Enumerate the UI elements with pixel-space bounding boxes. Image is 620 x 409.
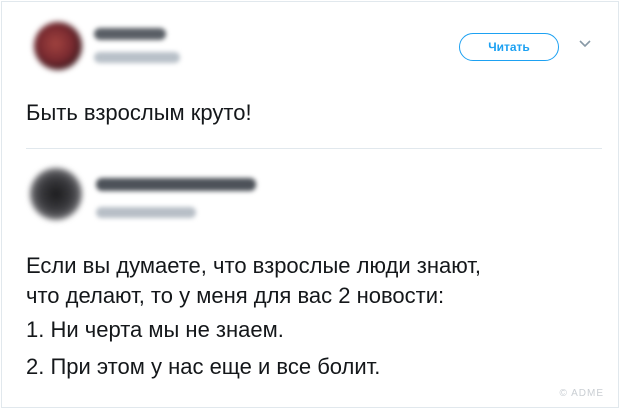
tweet-text-line: 1. Ни черта мы не знаем.: [26, 317, 284, 342]
tweet-text: Быть взрослым круто!: [26, 100, 252, 125]
tweet-text-line: Если вы думаете, что взрослые люди знают…: [26, 253, 481, 278]
username-blurred: [94, 52, 180, 63]
display-name-blurred[interactable]: [94, 28, 166, 40]
avatar[interactable]: [34, 22, 82, 70]
follow-button[interactable]: Читать: [459, 33, 559, 61]
tweet-text-line: что делают, то у меня для вас 2 новости:: [26, 283, 445, 308]
tweet-text-line: 2. При этом у нас еще и все болит.: [26, 354, 381, 379]
watermark: © ADME: [559, 388, 604, 399]
username-blurred: [96, 207, 196, 218]
avatar[interactable]: [30, 168, 82, 220]
follow-button-label: Читать: [488, 40, 530, 54]
screenshot-frame: [1, 1, 619, 408]
divider: [26, 148, 602, 149]
chevron-down-icon[interactable]: [578, 37, 592, 51]
display-name-blurred[interactable]: [96, 178, 256, 191]
